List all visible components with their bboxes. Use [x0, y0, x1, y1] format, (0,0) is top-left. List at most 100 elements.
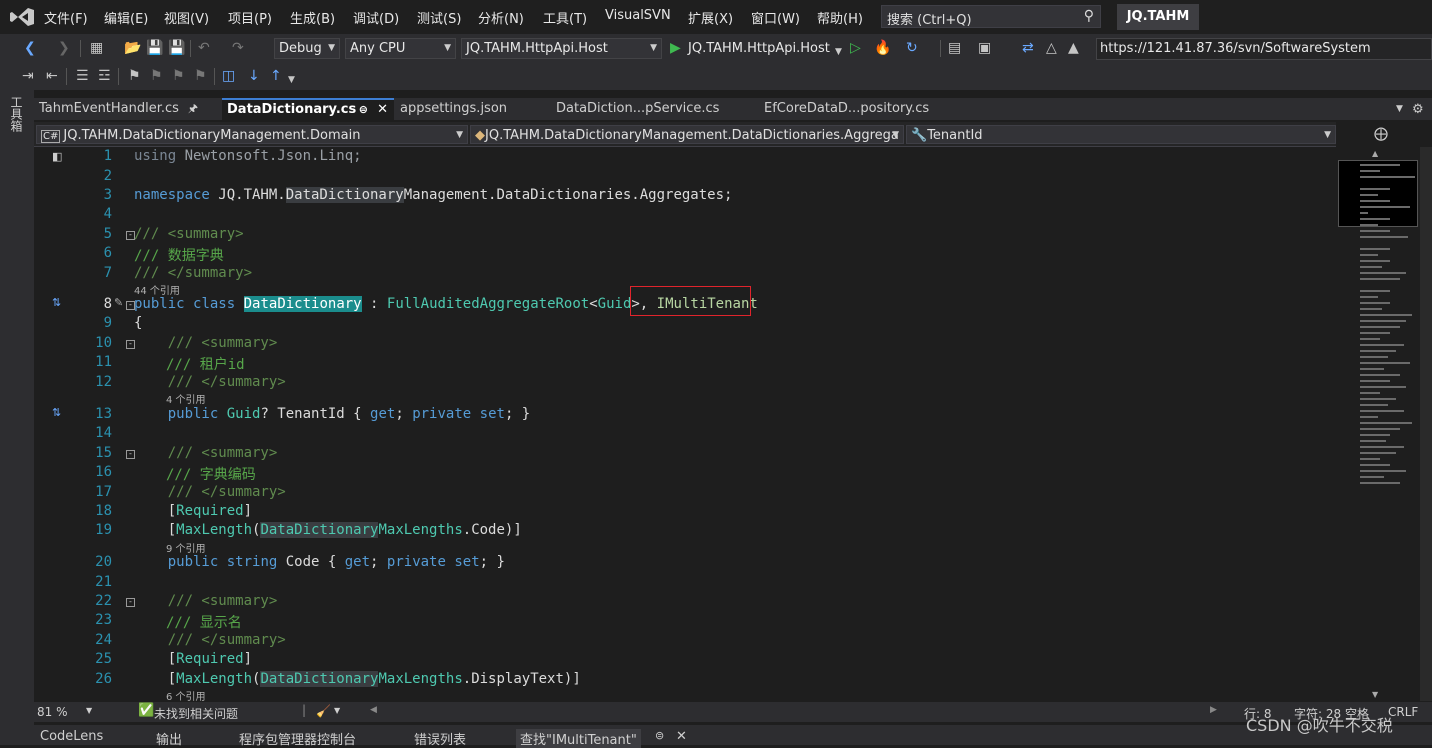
chevron-down-icon[interactable]: ▼: [334, 706, 340, 715]
menu-build[interactable]: 生成(B): [290, 8, 335, 27]
prev-bookmark-icon[interactable]: ⚑: [150, 67, 163, 85]
code-line[interactable]: using Newtonsoft.Json.Linq;: [134, 148, 362, 164]
tab-datadictionary-app-service[interactable]: DataDiction...pService.cs: [551, 98, 757, 120]
arrow-down-icon[interactable]: ↓: [248, 67, 260, 85]
menu-edit[interactable]: 编辑(E): [104, 8, 148, 27]
start-debugging-label[interactable]: JQ.TAHM.HttpApi.Host: [688, 40, 830, 58]
quick-actions-icon[interactable]: ◧: [52, 150, 62, 163]
chevron-down-icon[interactable]: ▼: [288, 71, 295, 89]
pin-icon[interactable]: 🖈: [188, 98, 198, 120]
code-line[interactable]: [Required]: [134, 503, 252, 519]
scroll-left-icon[interactable]: ◀: [370, 705, 377, 715]
type-dropdown[interactable]: ◆JQ.TAHM.DataDictionaryManagement.DataDi…: [470, 125, 904, 144]
commit-icon[interactable]: △: [1046, 39, 1057, 57]
codelens-references[interactable]: 44 个引用: [134, 282, 180, 297]
pin-icon[interactable]: ⊜: [655, 729, 664, 742]
start-debugging-icon[interactable]: ▶: [670, 39, 681, 57]
menu-project[interactable]: 项目(P): [228, 8, 272, 27]
close-icon[interactable]: ✕: [377, 100, 388, 120]
menu-debug[interactable]: 调试(D): [353, 8, 399, 27]
clear-bookmarks-icon[interactable]: ⚑: [194, 67, 207, 85]
scroll-up-icon[interactable]: ▲: [1372, 149, 1378, 158]
open-folder-icon[interactable]: 📂: [124, 39, 141, 57]
navigate-back-icon[interactable]: ❮: [24, 39, 36, 57]
menu-file[interactable]: 文件(F): [44, 8, 88, 27]
code-line[interactable]: [MaxLength(DataDictionaryMaxLengths.Disp…: [134, 671, 581, 687]
cleanup-broom-icon[interactable]: 🧹: [316, 704, 331, 718]
codelens-references[interactable]: 9 个引用: [166, 540, 206, 555]
outdent-icon[interactable]: ⇤: [46, 67, 58, 85]
close-icon[interactable]: ✕: [676, 729, 687, 744]
visual-studio-logo-icon[interactable]: [8, 6, 36, 28]
tab-data-dictionary[interactable]: DataDictionary.cs ⊜ ✕: [222, 98, 394, 120]
vertical-scrollbar[interactable]: [1420, 147, 1432, 701]
uncomment-lines-icon[interactable]: ☲: [98, 67, 111, 85]
tab-output[interactable]: 输出: [156, 729, 182, 748]
new-project-icon[interactable]: ▦: [90, 39, 103, 57]
gear-icon[interactable]: ⚙: [1412, 102, 1424, 117]
code-line[interactable]: /// <summary>: [134, 593, 278, 609]
menu-window[interactable]: 窗口(W): [751, 8, 800, 27]
code-line[interactable]: /// 显示名: [166, 612, 242, 632]
member-dropdown[interactable]: 🔧TenantId ▼: [906, 125, 1336, 144]
start-without-debugging-icon[interactable]: ▷: [850, 39, 861, 57]
code-line[interactable]: /// 字典编码: [166, 464, 256, 484]
codelens-references[interactable]: 4 个引用: [166, 391, 206, 406]
project-dropdown[interactable]: C# JQ.TAHM.DataDictionaryManagement.Domai…: [36, 125, 468, 144]
arrow-up-icon[interactable]: ↑: [270, 67, 282, 85]
code-line[interactable]: [Required]: [134, 651, 252, 667]
code-line[interactable]: /// </summary>: [134, 374, 286, 390]
layout-icon[interactable]: ▣: [978, 39, 991, 57]
tab-efcore-repository[interactable]: EfCoreDataD...pository.cs: [759, 98, 973, 120]
sync-icon[interactable]: ⇄: [1022, 39, 1034, 57]
menu-tools[interactable]: 工具(T): [543, 8, 587, 27]
tab-error-list[interactable]: 错误列表: [414, 729, 466, 748]
menu-test[interactable]: 测试(S): [417, 8, 461, 27]
platform-select[interactable]: Any CPU ▼: [345, 38, 456, 59]
pin-icon[interactable]: ⊜: [359, 100, 368, 120]
tab-appsettings[interactable]: appsettings.json: [395, 98, 551, 120]
code-line[interactable]: namespace JQ.TAHM.DataDictionaryManageme…: [134, 187, 732, 203]
code-line[interactable]: /// <summary>: [134, 445, 278, 461]
menu-view[interactable]: 视图(V): [164, 8, 209, 27]
chevron-down-icon[interactable]: ▼: [835, 43, 842, 61]
scroll-down-icon[interactable]: ▼: [1372, 690, 1378, 699]
toolbox-tab[interactable]: 工具箱: [9, 96, 25, 132]
code-line[interactable]: public string Code { get; private set; }: [134, 554, 505, 570]
search-box[interactable]: 搜索 (Ctrl+Q) ⚲: [881, 5, 1101, 28]
code-line[interactable]: /// 数据字典: [134, 245, 224, 265]
indent-icon[interactable]: ⇥: [22, 67, 34, 85]
tab-package-manager-console[interactable]: 程序包管理器控制台: [239, 729, 356, 748]
menu-help[interactable]: 帮助(H): [817, 8, 863, 27]
tab-codelens[interactable]: CodeLens: [40, 729, 103, 744]
startup-project-select[interactable]: JQ.TAHM.HttpApi.Host ▼: [461, 38, 662, 59]
configuration-select[interactable]: Debug ▼: [274, 38, 340, 59]
next-bookmark-icon[interactable]: ⚑: [172, 67, 185, 85]
menu-analyze[interactable]: 分析(N): [478, 8, 524, 27]
code-line[interactable]: public Guid? TenantId { get; private set…: [134, 406, 531, 422]
tab-list-dropdown-icon[interactable]: ▼: [1396, 104, 1403, 114]
code-line[interactable]: /// </summary>: [134, 632, 286, 648]
redo-icon[interactable]: ↷: [232, 39, 244, 57]
code-line[interactable]: /// </summary>: [134, 484, 286, 500]
chevron-down-icon[interactable]: ▼: [86, 706, 92, 715]
edit-pencil-icon[interactable]: ✎: [114, 296, 123, 309]
tab-find-results[interactable]: 查找"IMultiTenant": [516, 729, 641, 748]
codelens-references[interactable]: 6 个引用: [166, 688, 206, 703]
code-line[interactable]: {: [134, 315, 142, 331]
comment-lines-icon[interactable]: ☰: [76, 67, 89, 85]
menu-visualsvn[interactable]: VisualSVN: [605, 8, 671, 23]
issues-status[interactable]: 未找到相关问题: [154, 705, 238, 722]
split-editor-icon[interactable]: ⨁: [1374, 126, 1388, 142]
navigate-forward-icon[interactable]: ❯: [58, 39, 70, 57]
browse-icon[interactable]: ▤: [948, 39, 961, 57]
hot-reload-icon[interactable]: 🔥: [874, 39, 891, 57]
scroll-right-icon[interactable]: ▶: [1210, 705, 1217, 715]
svn-url-field[interactable]: https://121.41.87.36/svn/SoftwareSystem: [1096, 38, 1432, 60]
code-line[interactable]: /// </summary>: [134, 265, 252, 281]
zoom-level[interactable]: 81 %: [37, 705, 68, 719]
implementation-glyph-icon[interactable]: ⇅: [52, 406, 61, 419]
bookmark-icon[interactable]: ⚑: [128, 67, 141, 85]
menu-extensions[interactable]: 扩展(X): [688, 8, 733, 27]
implementation-glyph-icon[interactable]: ⇅: [52, 296, 61, 309]
